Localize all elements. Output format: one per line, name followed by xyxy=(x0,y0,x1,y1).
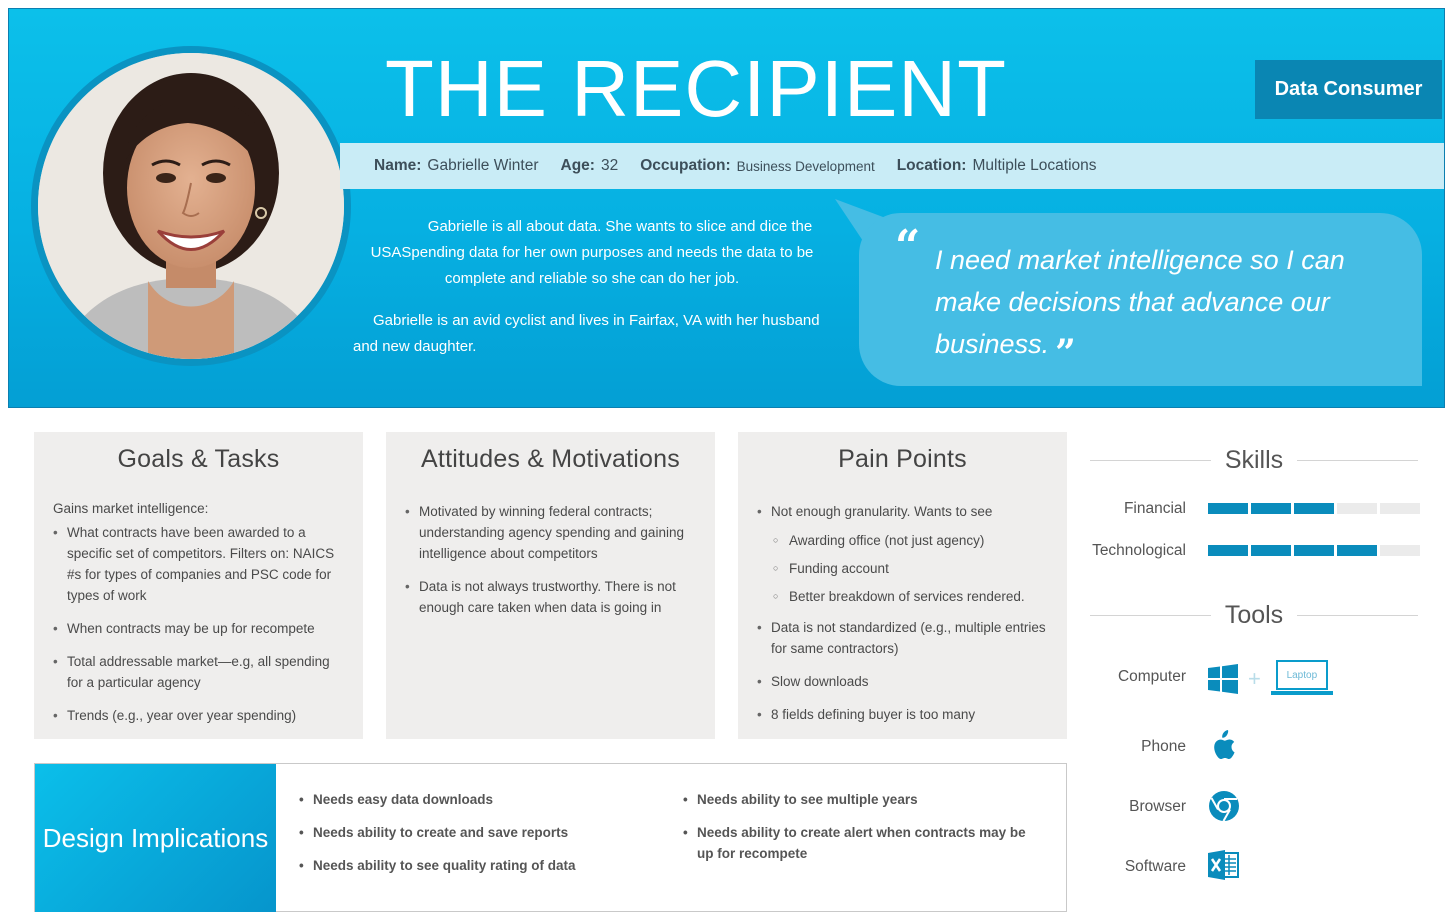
goals-list: What contracts have been awarded to a sp… xyxy=(53,522,363,726)
tool-row-phone: Phone xyxy=(1090,730,1420,770)
location-value: Multiple Locations xyxy=(972,157,1097,174)
pain-points-card: Pain Points Not enough granularity. Want… xyxy=(738,432,1067,739)
skill-label: Technological xyxy=(1092,542,1186,559)
tool-row-browser: Browser xyxy=(1090,790,1420,830)
sub-list-item: Awarding office (not just agency) xyxy=(771,530,1039,551)
age-label: Age: xyxy=(560,157,595,174)
tools-title: Tools xyxy=(1224,600,1284,629)
list-item: Data is not always trustworthy. There is… xyxy=(405,576,701,618)
computer-icons: + Laptop xyxy=(1208,660,1333,698)
attitudes-title: Attitudes & Motivations xyxy=(421,445,680,473)
list-item: Needs ability to see quality rating of d… xyxy=(299,855,659,876)
plus-sign: + xyxy=(1248,666,1261,691)
profile-info-bar: Name: Gabrielle Winter Age: 32 Occupatio… xyxy=(340,143,1444,189)
skill-segment-empty xyxy=(1337,503,1377,514)
quote-body: I need market intelligence so I can make… xyxy=(935,245,1345,359)
skill-row-technological: Technological xyxy=(1090,542,1420,562)
list-item: Trends (e.g., year over year spending) xyxy=(53,705,349,726)
list-item: Slow downloads xyxy=(757,671,1053,692)
software-icons xyxy=(1208,850,1240,880)
tool-row-software: Software xyxy=(1090,850,1420,890)
tools-heading: Tools xyxy=(1090,600,1418,630)
pain-points-title: Pain Points xyxy=(838,445,967,473)
list-item: When contracts may be up for recompete xyxy=(53,618,349,639)
pain-item-1: Not enough granularity. Wants to see xyxy=(771,504,993,519)
location-label: Location: xyxy=(896,157,967,174)
tool-row-computer: Computer + Laptop xyxy=(1090,660,1420,700)
laptop-icon: Laptop xyxy=(1270,660,1333,698)
persona-page: THE RECIPIENT Data Consumer Name: Gabrie… xyxy=(0,0,1450,919)
portrait-photo xyxy=(38,53,344,359)
design-implications-panel: Design Implications Needs easy data down… xyxy=(34,763,1067,912)
browser-icons xyxy=(1208,790,1240,822)
skill-segment-filled xyxy=(1208,545,1248,556)
quote-open-mark: “ xyxy=(895,221,921,272)
pain-sublist: Awarding office (not just agency) Fundin… xyxy=(771,530,1053,607)
skills-title: Skills xyxy=(1224,445,1284,474)
list-item: Motivated by winning federal contracts; … xyxy=(405,501,701,564)
skill-segment-empty xyxy=(1380,545,1420,556)
design-implications-title: Design Implications xyxy=(35,764,276,912)
page-title: THE RECIPIENT xyxy=(385,44,1007,133)
excel-icon xyxy=(1208,850,1239,880)
skill-segment-filled xyxy=(1294,545,1334,556)
avatar xyxy=(31,46,351,366)
list-item: Not enough granularity. Wants to see Awa… xyxy=(757,501,1053,607)
skills-heading: Skills xyxy=(1090,445,1418,475)
phone-icons xyxy=(1208,730,1236,762)
chrome-icon xyxy=(1209,791,1239,822)
name-value: Gabrielle Winter xyxy=(427,157,539,174)
windows-icon xyxy=(1208,664,1238,694)
pain-points-list: Not enough granularity. Wants to see Awa… xyxy=(757,501,1067,725)
goals-card: Goals & Tasks Gains market intelligence:… xyxy=(34,432,363,739)
skill-segment-filled xyxy=(1251,545,1291,556)
list-item: Needs ability to create alert when contr… xyxy=(683,822,1043,864)
persona-type-badge: Data Consumer xyxy=(1255,60,1442,119)
list-item: What contracts have been awarded to a sp… xyxy=(53,522,349,606)
hero-banner: THE RECIPIENT Data Consumer Name: Gabrie… xyxy=(8,8,1445,408)
list-item: Needs easy data downloads xyxy=(299,789,659,810)
list-item: Total addressable market—e.g, all spendi… xyxy=(53,651,349,693)
age-value: 32 xyxy=(600,157,619,174)
design-list-col-1: Needs easy data downloads Needs ability … xyxy=(299,789,659,888)
name-label: Name: xyxy=(374,157,422,174)
sub-list-item: Better breakdown of services rendered. xyxy=(771,586,1039,607)
skill-segment-filled xyxy=(1337,545,1377,556)
list-item: Needs ability to see multiple years xyxy=(683,789,1043,810)
quote-close-mark: ” xyxy=(1055,332,1076,374)
skill-label: Financial xyxy=(1123,500,1186,517)
skill-segment-filled xyxy=(1208,503,1248,514)
occupation-value: Business Development xyxy=(736,158,875,174)
skill-segment-empty xyxy=(1380,503,1420,514)
design-list-col-2: Needs ability to see multiple years Need… xyxy=(683,789,1043,876)
attitudes-list: Motivated by winning federal contracts; … xyxy=(405,501,715,618)
skill-bar xyxy=(1208,545,1420,556)
tool-label: Computer xyxy=(1117,668,1186,685)
attitudes-card: Attitudes & Motivations Motivated by win… xyxy=(386,432,715,739)
apple-icon xyxy=(1214,730,1235,760)
bio-paragraph-2: Gabrielle is an avid cyclist and lives i… xyxy=(353,312,820,355)
laptop-base xyxy=(1270,691,1333,695)
laptop-screen: Laptop xyxy=(1275,660,1328,690)
goals-lead: Gains market intelligence: xyxy=(53,501,209,516)
tool-label: Phone xyxy=(1141,738,1186,755)
skill-segment-filled xyxy=(1251,503,1291,514)
tool-label: Software xyxy=(1124,858,1186,875)
sub-list-item: Funding account xyxy=(771,558,1039,579)
occupation-label: Occupation: xyxy=(640,157,731,174)
list-item: Data is not standardized (e.g., multiple… xyxy=(757,617,1053,659)
skill-bar xyxy=(1208,503,1420,514)
skill-row-financial: Financial xyxy=(1090,500,1420,520)
quote-text: I need market intelligence so I can make… xyxy=(935,239,1405,374)
list-item: Needs ability to create and save reports xyxy=(299,822,659,843)
skill-segment-filled xyxy=(1294,503,1334,514)
bio-paragraph-1: Gabrielle is all about data. She wants t… xyxy=(370,218,814,287)
list-item: 8 fields defining buyer is too many xyxy=(757,704,1053,725)
bio: Gabrielle is all about data. She wants t… xyxy=(349,214,835,360)
goals-title: Goals & Tasks xyxy=(117,445,280,473)
tool-label: Browser xyxy=(1129,798,1186,815)
